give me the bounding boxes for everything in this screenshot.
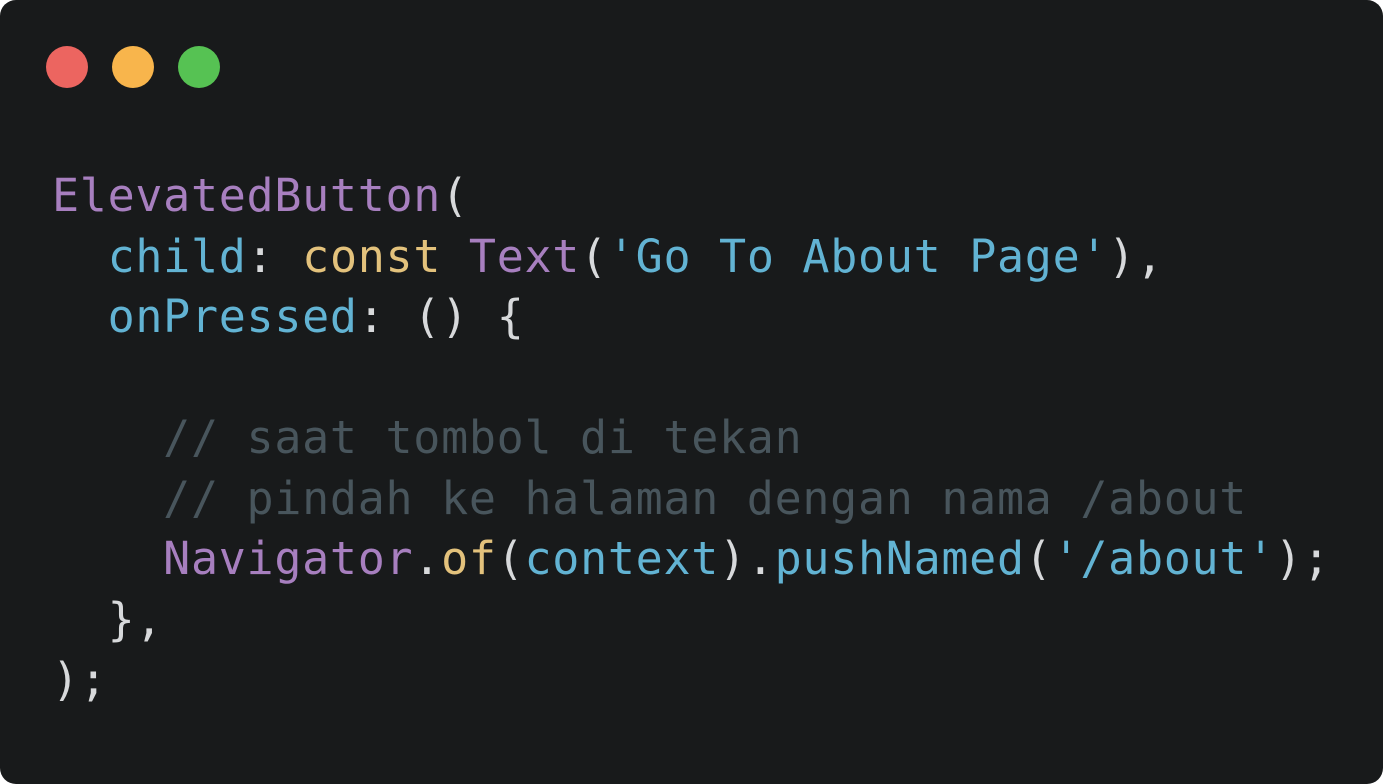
code-token-punctuation: (: [496, 532, 525, 585]
code-token-keyword: const: [302, 229, 442, 283]
code-token-punctuation: [441, 230, 469, 283]
code-token-property: onPressed: [107, 290, 358, 343]
code-token-string: 'Go To About Page': [607, 229, 1109, 283]
maximize-dot-icon[interactable]: [178, 46, 220, 88]
code-line: // pindah ke halaman dengan nama /about: [52, 469, 1331, 530]
code-line: child: const Text('Go To About Page'),: [52, 227, 1331, 288]
code-token-punctuation: .: [413, 532, 442, 585]
code-window: ElevatedButton( child: const Text('Go To…: [0, 0, 1383, 784]
code-token-punctuation: ).: [719, 532, 775, 585]
code-line: Navigator.of(context).pushNamed('/about'…: [52, 529, 1331, 590]
minimize-dot-icon[interactable]: [112, 46, 154, 88]
code-token-comment: // pindah ke halaman dengan nama /about: [163, 471, 1248, 525]
code-token-keyword: of: [441, 532, 497, 585]
code-block: ElevatedButton( child: const Text('Go To…: [52, 166, 1331, 711]
code-token-class: Text: [468, 229, 581, 283]
code-token-punctuation: );: [1274, 532, 1331, 585]
code-token-punctuation: : () {: [357, 290, 525, 343]
window-controls: [46, 46, 220, 88]
code-token-class: ElevatedButton: [52, 169, 442, 222]
code-token-property: child: [107, 229, 247, 283]
code-token-punctuation: },: [107, 592, 164, 646]
code-token-punctuation: ),: [1108, 229, 1164, 283]
close-dot-icon[interactable]: [46, 46, 88, 88]
code-token-punctuation: (: [441, 169, 469, 222]
code-token-string: '/about': [1052, 532, 1275, 585]
code-token-comment: // saat tombol di tekan: [163, 411, 803, 464]
code-token-property: pushNamed: [774, 532, 1025, 585]
code-line: // saat tombol di tekan: [52, 408, 1331, 469]
code-line: );: [52, 650, 1331, 711]
code-token-class: Navigator: [163, 532, 414, 585]
code-token-punctuation: (: [1024, 532, 1053, 585]
code-line: },: [52, 590, 1331, 651]
code-token-property: context: [524, 532, 720, 585]
code-token-punctuation: (: [580, 229, 608, 283]
code-token-punctuation: );: [52, 653, 108, 706]
code-token-punctuation: :: [246, 229, 303, 283]
code-line: onPressed: () {: [52, 287, 1331, 348]
code-line: ElevatedButton(: [52, 166, 1331, 227]
